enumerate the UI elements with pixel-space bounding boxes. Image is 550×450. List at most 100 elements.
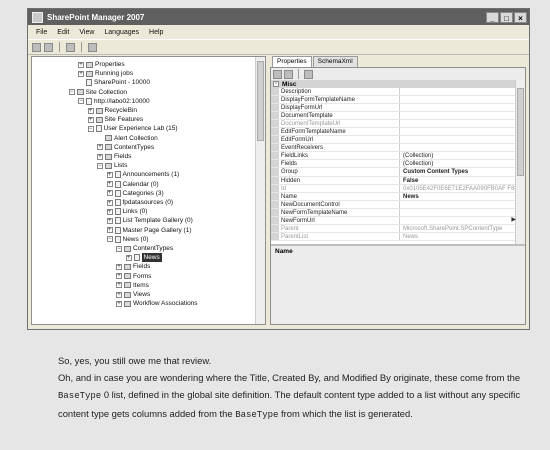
tree-item[interactable]: + Categories (3) (106, 189, 164, 198)
tree-item[interactable]: +Alert Collection (97, 134, 158, 143)
tree-item[interactable]: + Fields (97, 152, 131, 161)
property-row[interactable]: EventReceivers (271, 144, 516, 153)
collapse-icon[interactable]: − (78, 98, 84, 105)
property-value[interactable] (400, 217, 516, 224)
tree-item[interactable]: + Properties (78, 60, 125, 69)
tree-item[interactable]: + ContentTypes (97, 143, 154, 152)
property-value[interactable]: False (400, 177, 516, 184)
property-value[interactable]: 0x0105E42F0E6E71E2FAA090FB0AF F883D (400, 185, 516, 192)
grid-scrollbar[interactable] (515, 80, 525, 244)
property-pages-icon[interactable] (304, 69, 313, 79)
menu-view[interactable]: View (79, 29, 94, 36)
tree-item[interactable]: + Forms (116, 272, 151, 281)
collapse-icon[interactable]: − (68, 89, 75, 96)
expand-icon[interactable]: + (116, 273, 122, 280)
tree-item[interactable]: + Master Page Gallery (1) (106, 226, 192, 235)
property-value[interactable] (400, 144, 516, 151)
tree-item[interactable]: + fpdatasources (0) (106, 198, 173, 207)
property-value[interactable]: News (400, 193, 516, 200)
expand-icon[interactable]: + (106, 199, 113, 206)
property-row[interactable]: FieldLinks (Collection) (271, 152, 516, 161)
expand-icon[interactable]: + (116, 263, 122, 270)
property-value[interactable] (400, 96, 516, 103)
tree-item[interactable]: + Site Features (87, 115, 143, 124)
alphabetical-icon[interactable] (284, 69, 293, 79)
maximize-button[interactable]: □ (500, 11, 513, 23)
tree-item[interactable]: − Lists (97, 161, 127, 170)
expand-icon[interactable]: + (97, 144, 103, 151)
expand-icon[interactable]: + (125, 254, 132, 261)
tree-item[interactable]: + Views (116, 290, 150, 299)
grid-scroll-thumb[interactable] (517, 88, 524, 176)
tree-item[interactable]: +SharePoint - 10000 (78, 78, 150, 87)
expand-icon[interactable]: + (78, 61, 84, 68)
property-value[interactable] (400, 128, 516, 135)
tree-scrollbar[interactable] (255, 57, 265, 324)
property-row[interactable]: EditFormUrl (271, 136, 516, 145)
property-row[interactable]: NewFormUrl (271, 216, 516, 225)
expand-icon[interactable]: + (116, 282, 122, 289)
property-row[interactable]: ParentList News (271, 232, 516, 241)
property-value[interactable] (400, 88, 516, 95)
expand-icon[interactable]: + (106, 217, 113, 224)
tree-item[interactable]: + Calendar (0) (106, 180, 159, 189)
property-row[interactable]: DocumentTemplate (271, 112, 516, 121)
tree-scroll-thumb[interactable] (257, 61, 264, 141)
property-value[interactable] (400, 104, 516, 111)
property-value[interactable] (400, 120, 516, 127)
copy-icon[interactable] (44, 42, 53, 52)
property-value[interactable] (400, 209, 516, 216)
collapse-icon[interactable]: − (87, 125, 94, 132)
tree-item[interactable]: − ContentTypes (116, 244, 173, 253)
collapse-icon[interactable]: − (97, 162, 103, 169)
expand-icon[interactable]: + (106, 171, 113, 178)
category-header[interactable]: - Misc (271, 80, 516, 88)
expand-icon[interactable]: + (87, 107, 94, 114)
collapse-icon[interactable]: − (116, 245, 122, 252)
tree-item[interactable]: + Links (0) (106, 207, 147, 216)
property-row[interactable]: EditFormTemplateName (271, 128, 516, 137)
collapse-icon[interactable]: - (273, 81, 279, 87)
property-value[interactable]: (Collection) (400, 160, 516, 167)
collapse-icon[interactable]: − (106, 236, 113, 243)
tree-item[interactable]: + Items (116, 281, 149, 290)
property-value[interactable]: Microsoft.SharePoint.SPContentType (400, 225, 516, 232)
expand-icon[interactable]: + (106, 190, 113, 197)
expand-icon[interactable]: + (87, 116, 94, 123)
expand-icon[interactable]: + (106, 208, 113, 215)
categorized-icon[interactable] (273, 69, 282, 79)
property-value[interactable]: (Collection) (400, 152, 516, 159)
tree-item[interactable]: + Fields (116, 262, 150, 271)
menu-help[interactable]: Help (149, 29, 163, 36)
menu-edit[interactable]: Edit (57, 29, 69, 36)
property-row[interactable]: Id 0x0105E42F0E6E71E2FAA090FB0AF F883D (271, 184, 516, 193)
property-row[interactable]: Name News (271, 192, 516, 201)
property-row[interactable]: NewFormTemplateName (271, 208, 516, 217)
tab-properties[interactable]: Properties (272, 56, 312, 67)
property-row[interactable]: Description (271, 88, 516, 97)
tree-item[interactable]: + Announcements (1) (106, 170, 179, 179)
expand-icon[interactable]: + (78, 70, 84, 77)
tree-item[interactable]: + RecycleBin (87, 106, 137, 115)
property-value[interactable] (400, 201, 516, 208)
expand-icon[interactable]: + (116, 291, 122, 298)
minimize-button[interactable]: _ (486, 11, 499, 23)
property-row[interactable]: DocumentTemplateUrl (271, 120, 516, 129)
expand-icon[interactable]: + (116, 300, 122, 307)
property-value[interactable] (400, 136, 516, 143)
expand-icon[interactable]: + (97, 153, 103, 160)
property-row[interactable]: Fields (Collection) (271, 160, 516, 169)
tree-item[interactable]: + Running jobs (78, 69, 133, 78)
property-row[interactable]: NewDocumentControl (271, 200, 516, 209)
menu-languages[interactable]: Languages (104, 29, 139, 36)
close-button[interactable]: × (514, 11, 527, 23)
tree-item[interactable]: + List Template Gallery (0) (106, 216, 193, 225)
property-row[interactable]: Hidden False (271, 176, 516, 185)
property-value[interactable]: Custom Content Types (400, 168, 516, 175)
refresh-icon[interactable] (88, 42, 97, 52)
menu-file[interactable]: File (36, 29, 47, 36)
property-row[interactable]: DisplayFormTemplateName (271, 96, 516, 105)
tree-item[interactable]: − Site Collection (68, 88, 127, 97)
expand-icon[interactable]: + (106, 181, 113, 188)
property-value[interactable]: News (400, 233, 516, 240)
